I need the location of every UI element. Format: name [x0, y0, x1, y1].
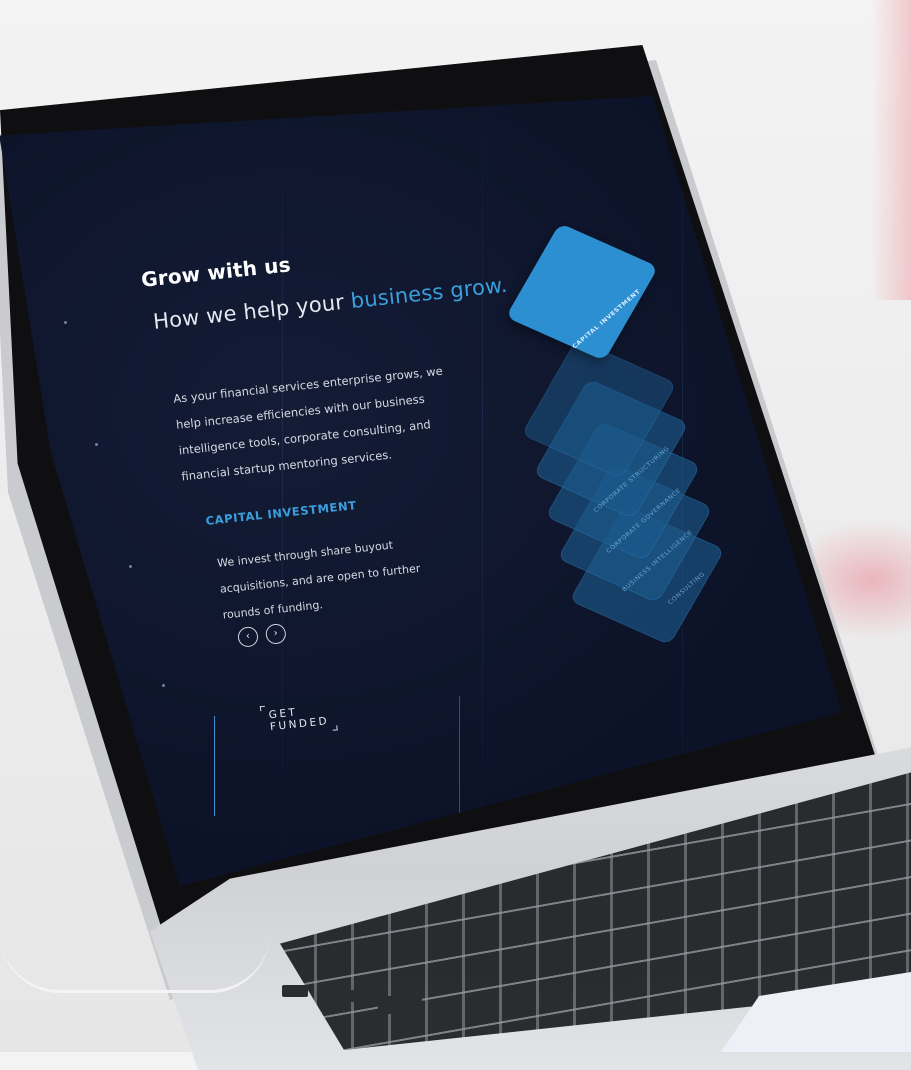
thunderbolt-port	[330, 990, 356, 1002]
thunderbolt-port	[282, 985, 308, 997]
usb-port	[378, 996, 422, 1014]
intro-paragraph: As your financial services enterprise gr…	[172, 363, 444, 484]
charging-cable	[0, 930, 270, 993]
headphone-port	[450, 1008, 460, 1018]
carousel-prev-button[interactable]: ‹	[237, 625, 259, 648]
service-card-active[interactable]: CAPITAL INVESTMENT	[505, 223, 659, 361]
subtitle-highlight: business grow.	[349, 272, 509, 314]
subtitle-text: How we help your	[152, 289, 353, 334]
service-title: CAPITAL INVESTMENT	[205, 498, 358, 528]
carousel-controls: ‹ ›	[237, 622, 287, 648]
get-funded-button[interactable]: GET FUNDED	[262, 701, 336, 736]
service-description: We invest through share buyout acquisiti…	[216, 538, 421, 622]
carousel-next-button[interactable]: ›	[264, 622, 287, 645]
card-label: CAPITAL INVESTMENT	[570, 288, 642, 351]
section-heading: Grow with us	[140, 252, 292, 292]
